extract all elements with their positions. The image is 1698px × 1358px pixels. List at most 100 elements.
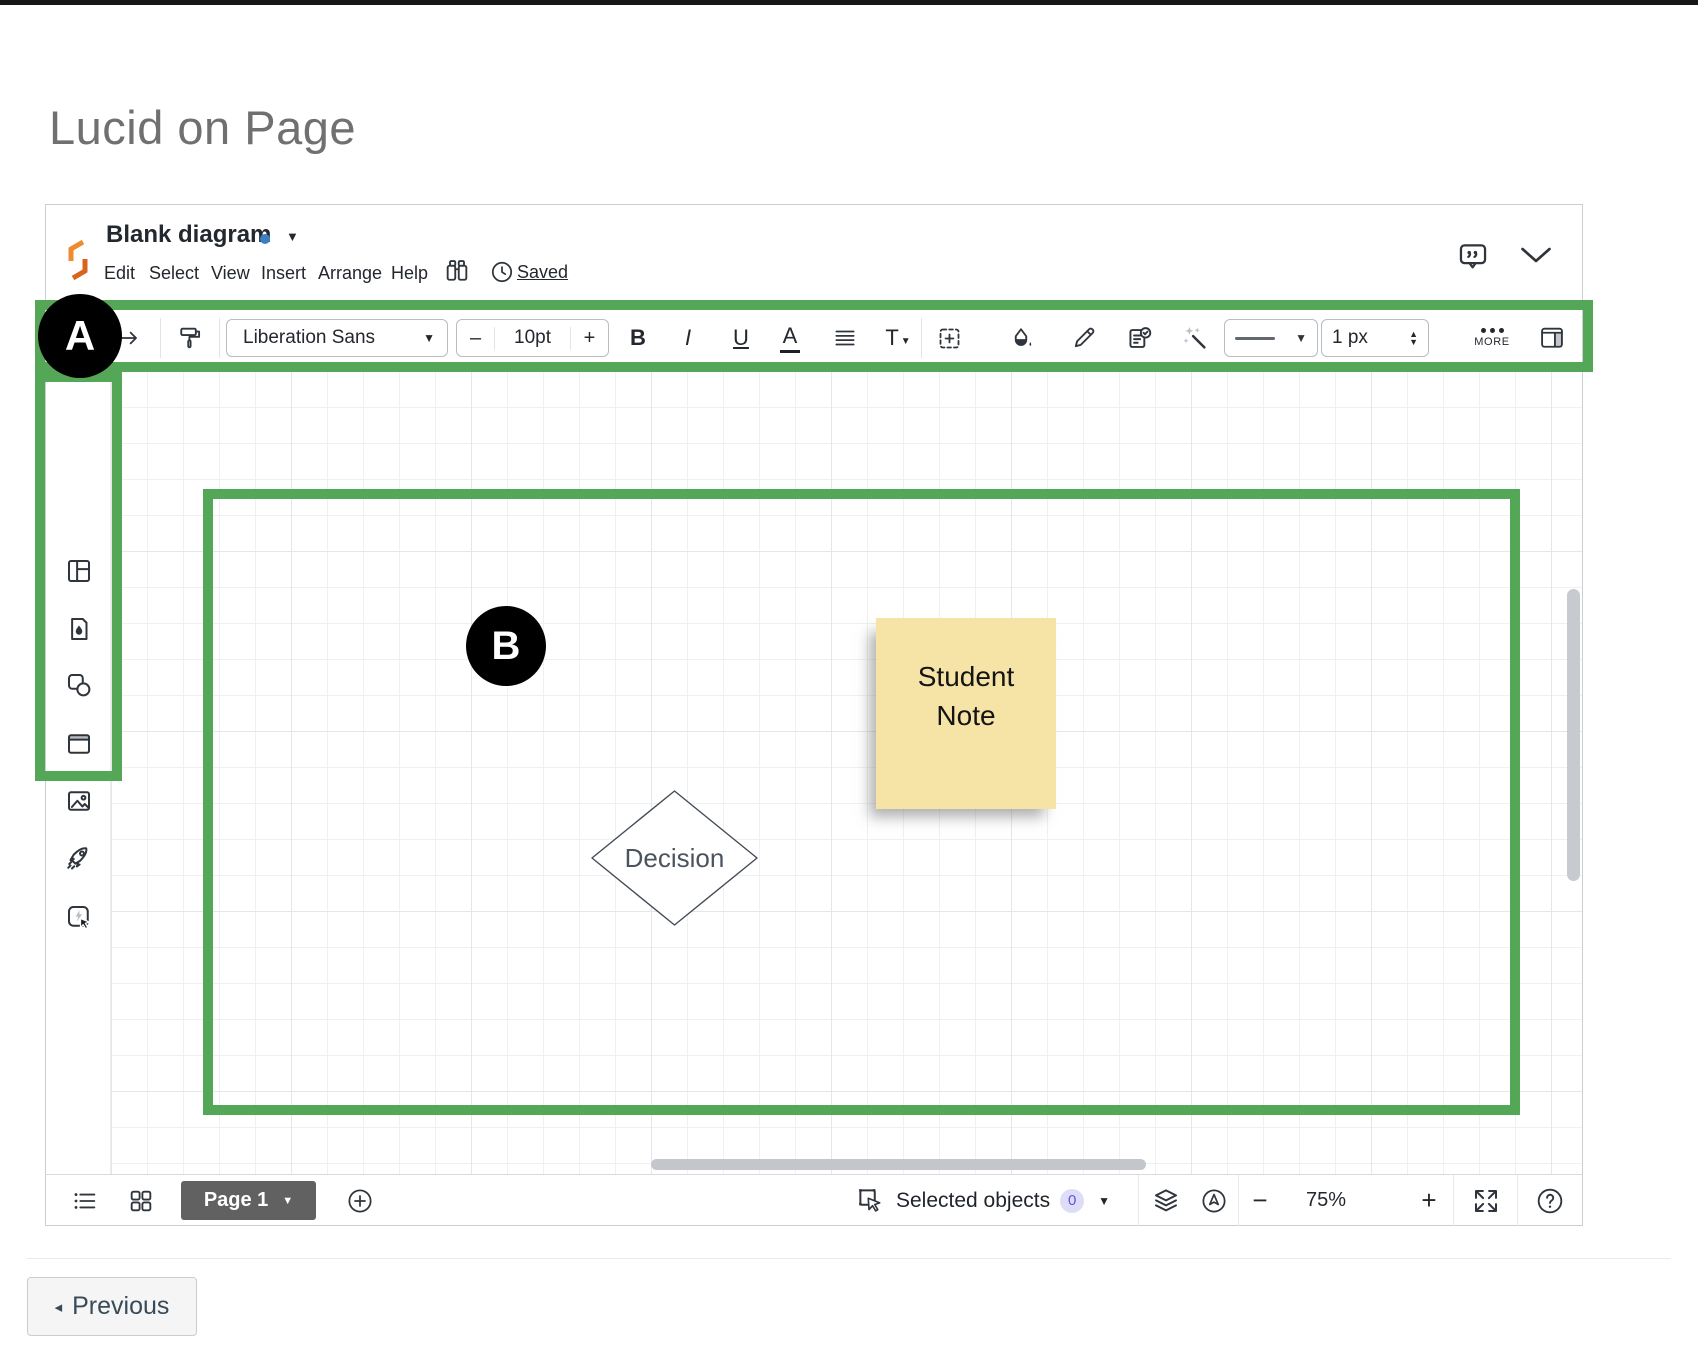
annotation-label-a: A [38,294,122,378]
font-family-value: Liberation Sans [243,327,376,348]
page-label: Page 1 [203,1189,269,1211]
zoom-out-button[interactable]: − [1245,1175,1275,1226]
dock-shapes-icon[interactable] [64,670,94,700]
text-options-caret-icon: ▼ [900,335,911,347]
selected-objects-label: Selected objects [896,1188,1051,1212]
help-icon [1537,1188,1563,1213]
lucid-logo [68,239,88,281]
dock-image-icon[interactable] [64,786,94,816]
text-color-glyph: A [782,323,798,348]
conditional-formatting-button[interactable] [1118,305,1160,371]
locate-icon [1202,1189,1226,1212]
menu-edit[interactable]: Edit [104,263,135,284]
binoculars-icon[interactable] [442,257,472,285]
font-size-increase-button[interactable]: + [570,326,608,350]
selected-objects-control[interactable]: Selected objects 0 ▼ [856,1175,1110,1226]
format-painter-icon [180,327,201,349]
zoom-level[interactable]: 75% [1298,1175,1354,1226]
editor-status-bar: Page 1 ▼ Selected objects 0 ▼ − 75% + [46,1174,1582,1226]
decision-label: Decision [624,842,725,873]
dock-quick-action-icon[interactable] [64,902,94,932]
font-family-select[interactable]: Liberation Sans ▼ [226,319,448,357]
more-icon [1480,328,1504,333]
line-style-caret-icon: ▼ [1295,331,1307,345]
text-color-button[interactable]: A [773,305,807,371]
horizontal-scrollbar[interactable] [651,1159,1146,1170]
fullscreen-button[interactable] [1464,1175,1508,1226]
sticky-note-shape[interactable]: Student Note [876,618,1056,809]
text-options-button[interactable]: T ▼ [878,305,918,371]
text-color-swatch [780,350,800,353]
stroke-width-spinner[interactable]: ▲ ▼ [1409,330,1418,347]
dock-container-icon[interactable] [64,729,94,759]
dock-layout-icon[interactable] [64,556,94,586]
annotation-label-b: B [466,606,546,686]
font-size-decrease-button[interactable]: – [457,326,495,350]
decision-shape[interactable]: Decision [588,788,761,928]
status-dot [260,234,270,244]
font-caret-icon: ▼ [423,331,435,345]
selected-count-badge: 0 [1060,1188,1085,1213]
line-style-select[interactable]: ▼ [1224,319,1318,357]
menu-insert[interactable]: Insert [261,263,306,284]
font-size-value[interactable]: 10pt [495,327,570,349]
help-button[interactable] [1528,1175,1572,1226]
pages-grid-icon [130,1190,152,1211]
sticky-note-text: Student Note [917,660,1015,731]
comment-icon[interactable] [1456,239,1490,273]
diagram-canvas[interactable]: Student Note Decision [111,371,1582,1174]
saved-status[interactable]: Saved [517,262,568,283]
layers-icon [1155,1188,1177,1211]
selected-objects-caret-icon: ▼ [1098,1193,1110,1208]
page-selector-button[interactable]: Page 1 ▼ [181,1181,316,1220]
chevron-down-icon[interactable] [1518,245,1554,265]
add-page-button[interactable] [342,1175,378,1226]
magic-wand-button[interactable] [1174,305,1216,371]
format-toolbar: Liberation Sans ▼ – 10pt + B I U A T ▼ ▼… [46,305,1582,371]
dock-rocket-icon[interactable] [64,843,94,873]
pages-list-button[interactable] [68,1175,102,1226]
panel-toggle-icon [1541,327,1563,348]
shape-dock [46,371,111,1174]
pages-grid-button[interactable] [124,1175,158,1226]
snap-area-icon [939,328,959,348]
align-button[interactable] [826,305,864,371]
title-caret-icon[interactable]: ▼ [286,229,299,244]
menu-view[interactable]: View [211,263,250,284]
underline-button[interactable]: U [724,305,758,371]
previous-arrow-icon: ◂ [54,1298,63,1316]
dock-theme-icon[interactable] [64,614,94,644]
panel-toggle-button[interactable] [1532,305,1572,371]
page-title: Lucid on Page [49,101,357,154]
snap-area-button[interactable] [930,305,968,371]
fill-color-button[interactable] [1001,305,1041,371]
font-size-control: – 10pt + [456,319,609,357]
clock-icon [491,261,513,283]
document-title[interactable]: Blank diagram [106,221,271,249]
menu-select[interactable]: Select [149,263,199,284]
top-black-bar [0,0,1698,5]
layers-button[interactable] [1146,1175,1186,1226]
line-color-button[interactable] [1064,305,1104,371]
menu-help[interactable]: Help [391,263,428,284]
locate-button[interactable] [1194,1175,1234,1226]
bold-button[interactable]: B [621,305,655,371]
fill-color-icon [1014,328,1032,346]
vertical-scrollbar[interactable] [1567,589,1580,881]
previous-label: Previous [72,1292,170,1320]
fullscreen-icon [1475,1189,1497,1212]
stroke-width-value: 1 px [1332,327,1368,348]
line-style-icon [1235,336,1275,340]
lucid-editor-frame: Blank diagram ▼ Edit Select View Insert … [45,204,1583,1226]
page-caret-icon: ▼ [282,1194,294,1207]
format-painter-button[interactable] [172,305,208,371]
pages-list-icon [74,1192,96,1209]
menu-arrange[interactable]: Arrange [318,263,382,284]
zoom-in-button[interactable]: + [1414,1175,1444,1226]
text-options-glyph: T [885,325,899,350]
previous-button[interactable]: ◂ Previous [27,1277,197,1336]
italic-button[interactable]: I [671,305,705,371]
stroke-width-control[interactable]: 1 px ▲ ▼ [1321,319,1429,357]
more-button[interactable]: MORE [1460,305,1524,371]
more-label: MORE [1474,336,1510,348]
